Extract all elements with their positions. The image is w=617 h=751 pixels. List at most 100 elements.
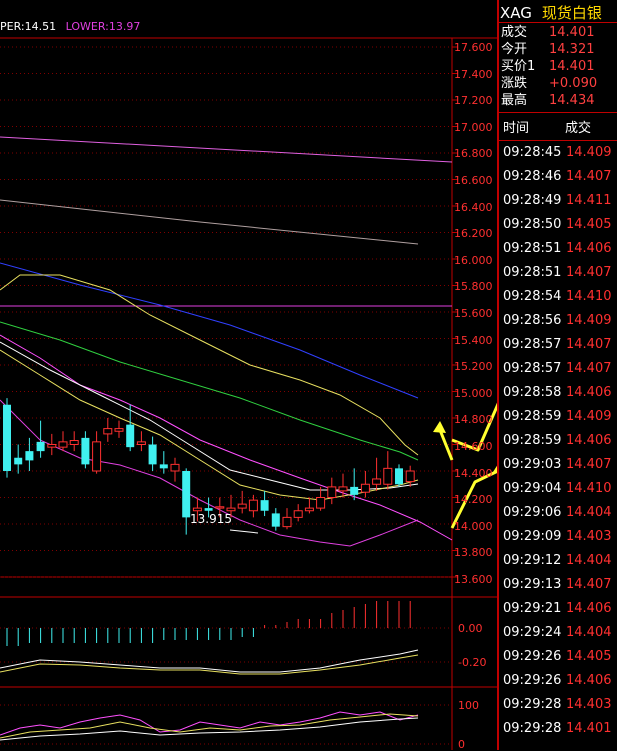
- candle-body: [304, 507, 314, 512]
- tick-row: 09:28:50 14.405: [503, 213, 612, 237]
- tick-row: 09:28:59 14.406: [503, 429, 612, 453]
- tick-row: 09:29:21 14.406: [503, 597, 612, 621]
- tick-time: 09:28:51: [503, 241, 562, 256]
- tick-row: 09:29:26 14.405: [503, 645, 612, 669]
- quote-header: XAG 现货白银: [500, 2, 602, 23]
- indicator-line: [229, 529, 259, 534]
- quote-label: 成交: [501, 25, 528, 40]
- tick-time: 09:29:04: [503, 481, 562, 496]
- quote-label: 最高: [501, 93, 528, 108]
- legend-upper: PER:14.51: [0, 20, 57, 33]
- candle-body: [237, 503, 247, 509]
- candle-body: [293, 510, 303, 518]
- candle-body: [114, 428, 124, 432]
- candle-body: [215, 506, 225, 509]
- price-tick-label: 14.000: [454, 519, 493, 533]
- price-tick-label: 15.000: [454, 386, 493, 400]
- tick-time: 09:29:21: [503, 601, 562, 616]
- macd-signal-line: [0, 654, 419, 675]
- price-tick-label: 14.400: [454, 466, 493, 480]
- tick-time: 09:28:45: [503, 145, 562, 160]
- tick-row: 09:29:03 14.407: [503, 453, 612, 477]
- candle-body: [204, 508, 213, 511]
- price-tick-label: 14.200: [454, 493, 493, 507]
- kdj-tick-label: 100: [458, 699, 479, 712]
- kdj-tick-label: 0: [458, 738, 465, 751]
- tick-time: 09:29:06: [503, 505, 562, 520]
- candle-body: [81, 437, 90, 465]
- tick-price: 14.410: [566, 481, 612, 496]
- tick-time: 09:29:28: [503, 697, 562, 712]
- candle-body: [192, 507, 202, 512]
- candle-body: [126, 424, 135, 448]
- tick-price: 14.409: [566, 313, 612, 328]
- tick-row: 09:28:57 14.407: [503, 333, 612, 357]
- legend-lower: LOWER:13.97: [65, 20, 141, 33]
- tick-price: 14.404: [566, 553, 612, 568]
- tick-price: 14.407: [566, 577, 612, 592]
- tick-row: 09:29:04 14.410: [503, 477, 612, 501]
- symbol: XAG: [500, 4, 532, 22]
- quote-row: 买价1 14.401: [501, 59, 595, 75]
- quote-value: 14.321: [549, 42, 595, 57]
- macd-tick-label: -0.20: [458, 656, 487, 669]
- tick-price: 14.411: [566, 193, 612, 208]
- tick-price: 14.410: [566, 289, 612, 304]
- candle-body: [260, 500, 269, 511]
- candle-body: [316, 497, 326, 509]
- tick-time: 09:28:49: [503, 193, 562, 208]
- tick-row: 09:28:51 14.407: [503, 261, 612, 285]
- tick-price: 14.403: [566, 529, 612, 544]
- quote-row: 今开 14.321: [501, 42, 595, 58]
- price-tick-label: 16.000: [454, 253, 493, 267]
- tick-time: 09:28:59: [503, 433, 562, 448]
- tick-time: 09:29:09: [503, 529, 562, 544]
- tick-row: 09:29:28 14.403: [503, 693, 612, 717]
- tick-row: 09:28:49 14.411: [503, 189, 612, 213]
- tick-price: 14.401: [566, 721, 612, 736]
- price-tick-label: 17.400: [454, 67, 493, 81]
- price-tick-label: 17.200: [454, 94, 493, 108]
- price-tick-label: 16.800: [454, 147, 493, 161]
- candle-body: [282, 516, 292, 528]
- candle-body: [103, 428, 113, 435]
- tick-time: 09:29:28: [503, 721, 562, 736]
- candle-body: [383, 467, 393, 485]
- tick-row: 09:29:13 14.407: [503, 573, 612, 597]
- tick-row: 09:28:59 14.409: [503, 405, 612, 429]
- tick-time: 09:28:58: [503, 385, 562, 400]
- quote-label: 买价1: [501, 59, 536, 74]
- quote-value: 14.401: [549, 59, 595, 74]
- price-tick-label: 15.400: [454, 333, 493, 347]
- tick-row: 09:29:24 14.404: [503, 621, 612, 645]
- tick-price: 14.407: [566, 457, 612, 472]
- tick-price: 14.407: [566, 361, 612, 376]
- tick-price: 14.407: [566, 337, 612, 352]
- candle-body: [3, 404, 11, 471]
- bollinger-legend: PER:14.51 LOWER:13.97: [0, 20, 140, 33]
- price-tick-label: 13.600: [454, 573, 493, 586]
- tick-row: 09:28:57 14.407: [503, 357, 612, 381]
- macd-tick-label: 0.00: [458, 622, 483, 635]
- instrument-name: 现货白银: [541, 4, 602, 22]
- candle-body: [350, 486, 359, 495]
- tick-row: 09:28:45 14.409: [503, 141, 612, 165]
- price-tick-label: 13.800: [454, 546, 493, 560]
- price-tick-label: 15.800: [454, 280, 493, 294]
- candle-body: [170, 463, 180, 472]
- tick-time: 09:29:03: [503, 457, 562, 472]
- tick-row: 09:29:28 14.401: [503, 717, 612, 741]
- quote-value: 14.401: [549, 25, 595, 40]
- tick-price: 14.406: [566, 673, 612, 688]
- tick-price: 14.406: [566, 601, 612, 616]
- tick-row: 09:28:46 14.407: [503, 165, 612, 189]
- tick-price: 14.406: [566, 433, 612, 448]
- price-tick-label: 17.000: [454, 120, 493, 134]
- tick-time: 09:28:50: [503, 217, 562, 232]
- tick-row: 09:28:58 14.406: [503, 381, 612, 405]
- candle-body: [226, 507, 236, 512]
- candle-body: [25, 451, 34, 461]
- candle-body: [92, 441, 102, 472]
- tick-price: 14.406: [566, 385, 612, 400]
- tick-row: 09:29:09 14.403: [503, 525, 612, 549]
